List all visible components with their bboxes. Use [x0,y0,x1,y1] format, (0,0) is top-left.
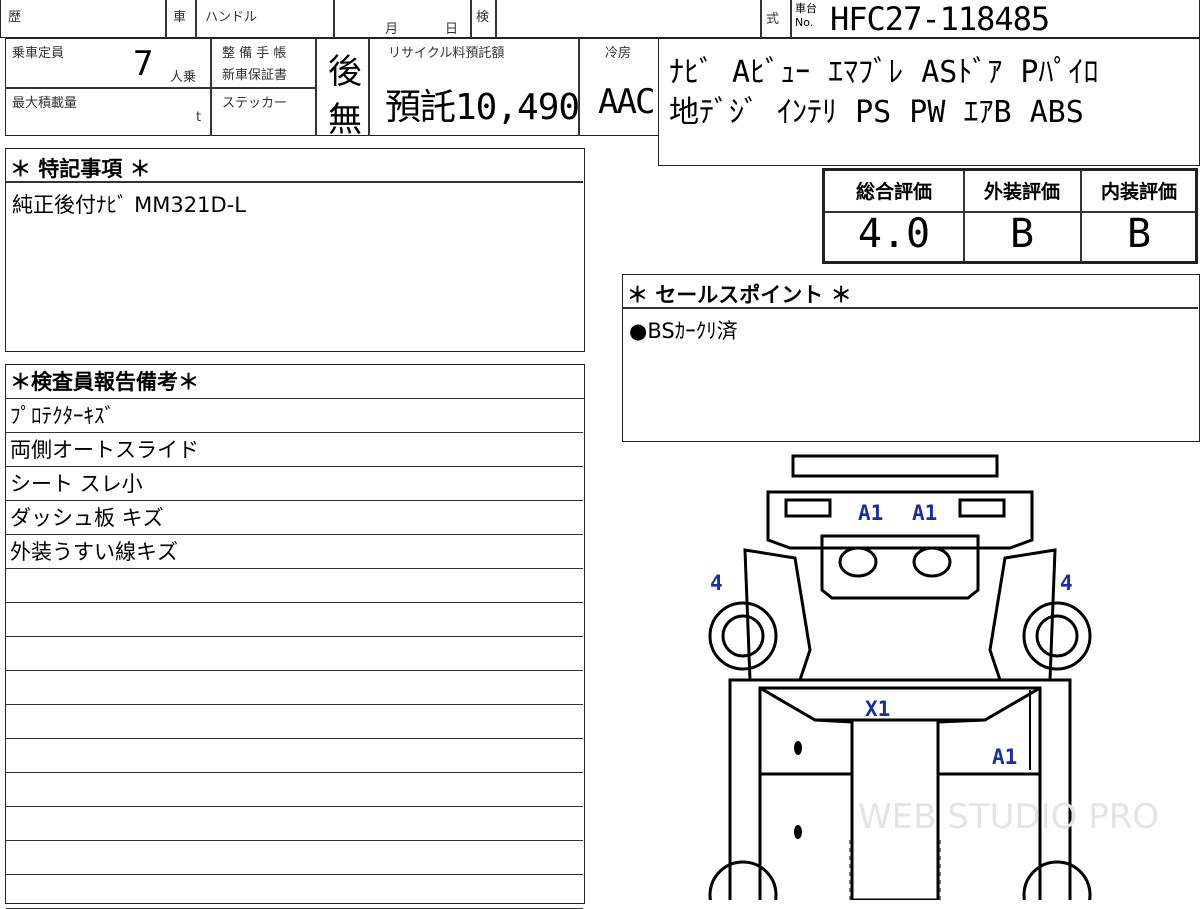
inspector-remark-line: ダッシュ板 キズ [6,501,583,535]
maint-value: 後 [328,52,362,92]
sales-points-text: ●BSｶｰｸﾘ済 [629,319,738,343]
inspector-remarks-title: ＊検査員報告備考＊ [6,365,584,399]
maxload-label: 最大積載量 [12,96,78,111]
inspector-remark-line [6,637,583,671]
inspector-remark-line [6,603,583,637]
maint-label-1: 整 備 手 帳 [222,46,287,61]
special-notes-title: ＊ 特記事項 ＊ [10,157,151,181]
watermark: WEB STUDIO PRO [858,797,1159,837]
chassis-label-bottom: No. [795,16,814,29]
exterior-label: 外装評価 [983,181,1060,203]
history-label: 歴 [8,10,22,25]
inspector-remark-line: 両側オートスライド [6,433,583,467]
inspector-remark-line [6,807,583,841]
overall-grade: 4.0 [857,211,931,257]
maint-label-2: 新車保証書 [222,68,288,83]
sticker-value: 無 [328,100,362,140]
interior-grade: B [1126,211,1152,257]
mark-front-left: 4 [710,571,723,595]
ratings-box: 総合評価 外装評価 内装評価 4.0 B B [822,168,1198,264]
car-label: 車 [173,10,187,25]
cooler-label: 冷房 [605,46,632,61]
handle-label: ハンドル [205,10,258,25]
mark-right-side: A1 [992,745,1017,769]
capacity-value: 7 [133,44,154,84]
inspector-remark-line [6,739,583,773]
inspector-remark-line [6,773,583,807]
exterior-grade: B [1009,211,1035,257]
inspector-remark-line [6,569,583,603]
vehicle-diagram: A1 A1 4 4 X1 A1 WEB STUDIO PRO [708,454,1159,900]
type-label: 式 [766,12,780,27]
equipment-box: ﾅﾋﾞ Aﾋﾞｭｰ ｴﾏﾌﾞﾚ ASﾄﾞｱ Pﾊﾟｲﾛ 地ﾃﾞｼﾞ ｲﾝﾃﾘ P… [658,38,1200,166]
inspect-label: 検 [476,10,490,25]
special-notes-text: 純正後付ﾅﾋﾞ MM321D-L [12,193,246,217]
overall-label: 総合評価 [855,181,932,203]
mark-bumper-left: A1 [858,501,883,525]
inspector-remarks-box: ＊検査員報告備考＊ ﾌﾟﾛﾃｸﾀｰｷｽﾞ 両側オートスライド シート スレ小 ダッシュ… [5,364,585,909]
inspector-remark-line [6,875,583,909]
recycle-value: 預託10,490 [385,87,580,128]
recycle-label: リサイクル料預託額 [388,46,505,61]
month-label: 月 [385,22,399,37]
mark-front-right: 4 [1060,571,1073,595]
capacity-label: 乗車定員 [12,46,65,61]
inspector-remark-line [6,841,583,875]
equipment-line-2: 地ﾃﾞｼﾞ ｲﾝﾃﾘ PS PW ｴｱB ABS [669,95,1084,130]
day-label: 日 [445,22,459,37]
chassis-label-top: 車台 [795,2,817,15]
mark-roof: X1 [865,697,890,721]
sticker-label: ステッカー [222,96,288,111]
inspector-remark-line [6,671,583,705]
chassis-number: HFC27-118485 [830,0,1050,38]
inspector-remark-line: 外装うすい線キズ [6,535,583,569]
mark-bumper-right: A1 [912,501,937,525]
inspector-remark-line: シート スレ小 [6,467,583,501]
maxload-unit: t [196,110,202,125]
sales-points-title: ＊ セールスポイント ＊ [627,283,852,307]
equipment-line-1: ﾅﾋﾞ Aﾋﾞｭｰ ｴﾏﾌﾞﾚ ASﾄﾞｱ Pﾊﾟｲﾛ [669,55,1099,90]
cooler-value: AAC [598,82,655,122]
sales-points-box: ＊ セールスポイント ＊ ●BSｶｰｸﾘ済 [622,274,1200,442]
capacity-unit: 人乗 [170,70,197,85]
inspector-remark-line [6,705,583,739]
special-notes-box: ＊ 特記事項 ＊ 純正後付ﾅﾋﾞ MM321D-L [5,148,585,352]
interior-label: 内装評価 [1100,181,1177,203]
inspector-remark-line: ﾌﾟﾛﾃｸﾀｰｷｽﾞ [6,399,583,433]
